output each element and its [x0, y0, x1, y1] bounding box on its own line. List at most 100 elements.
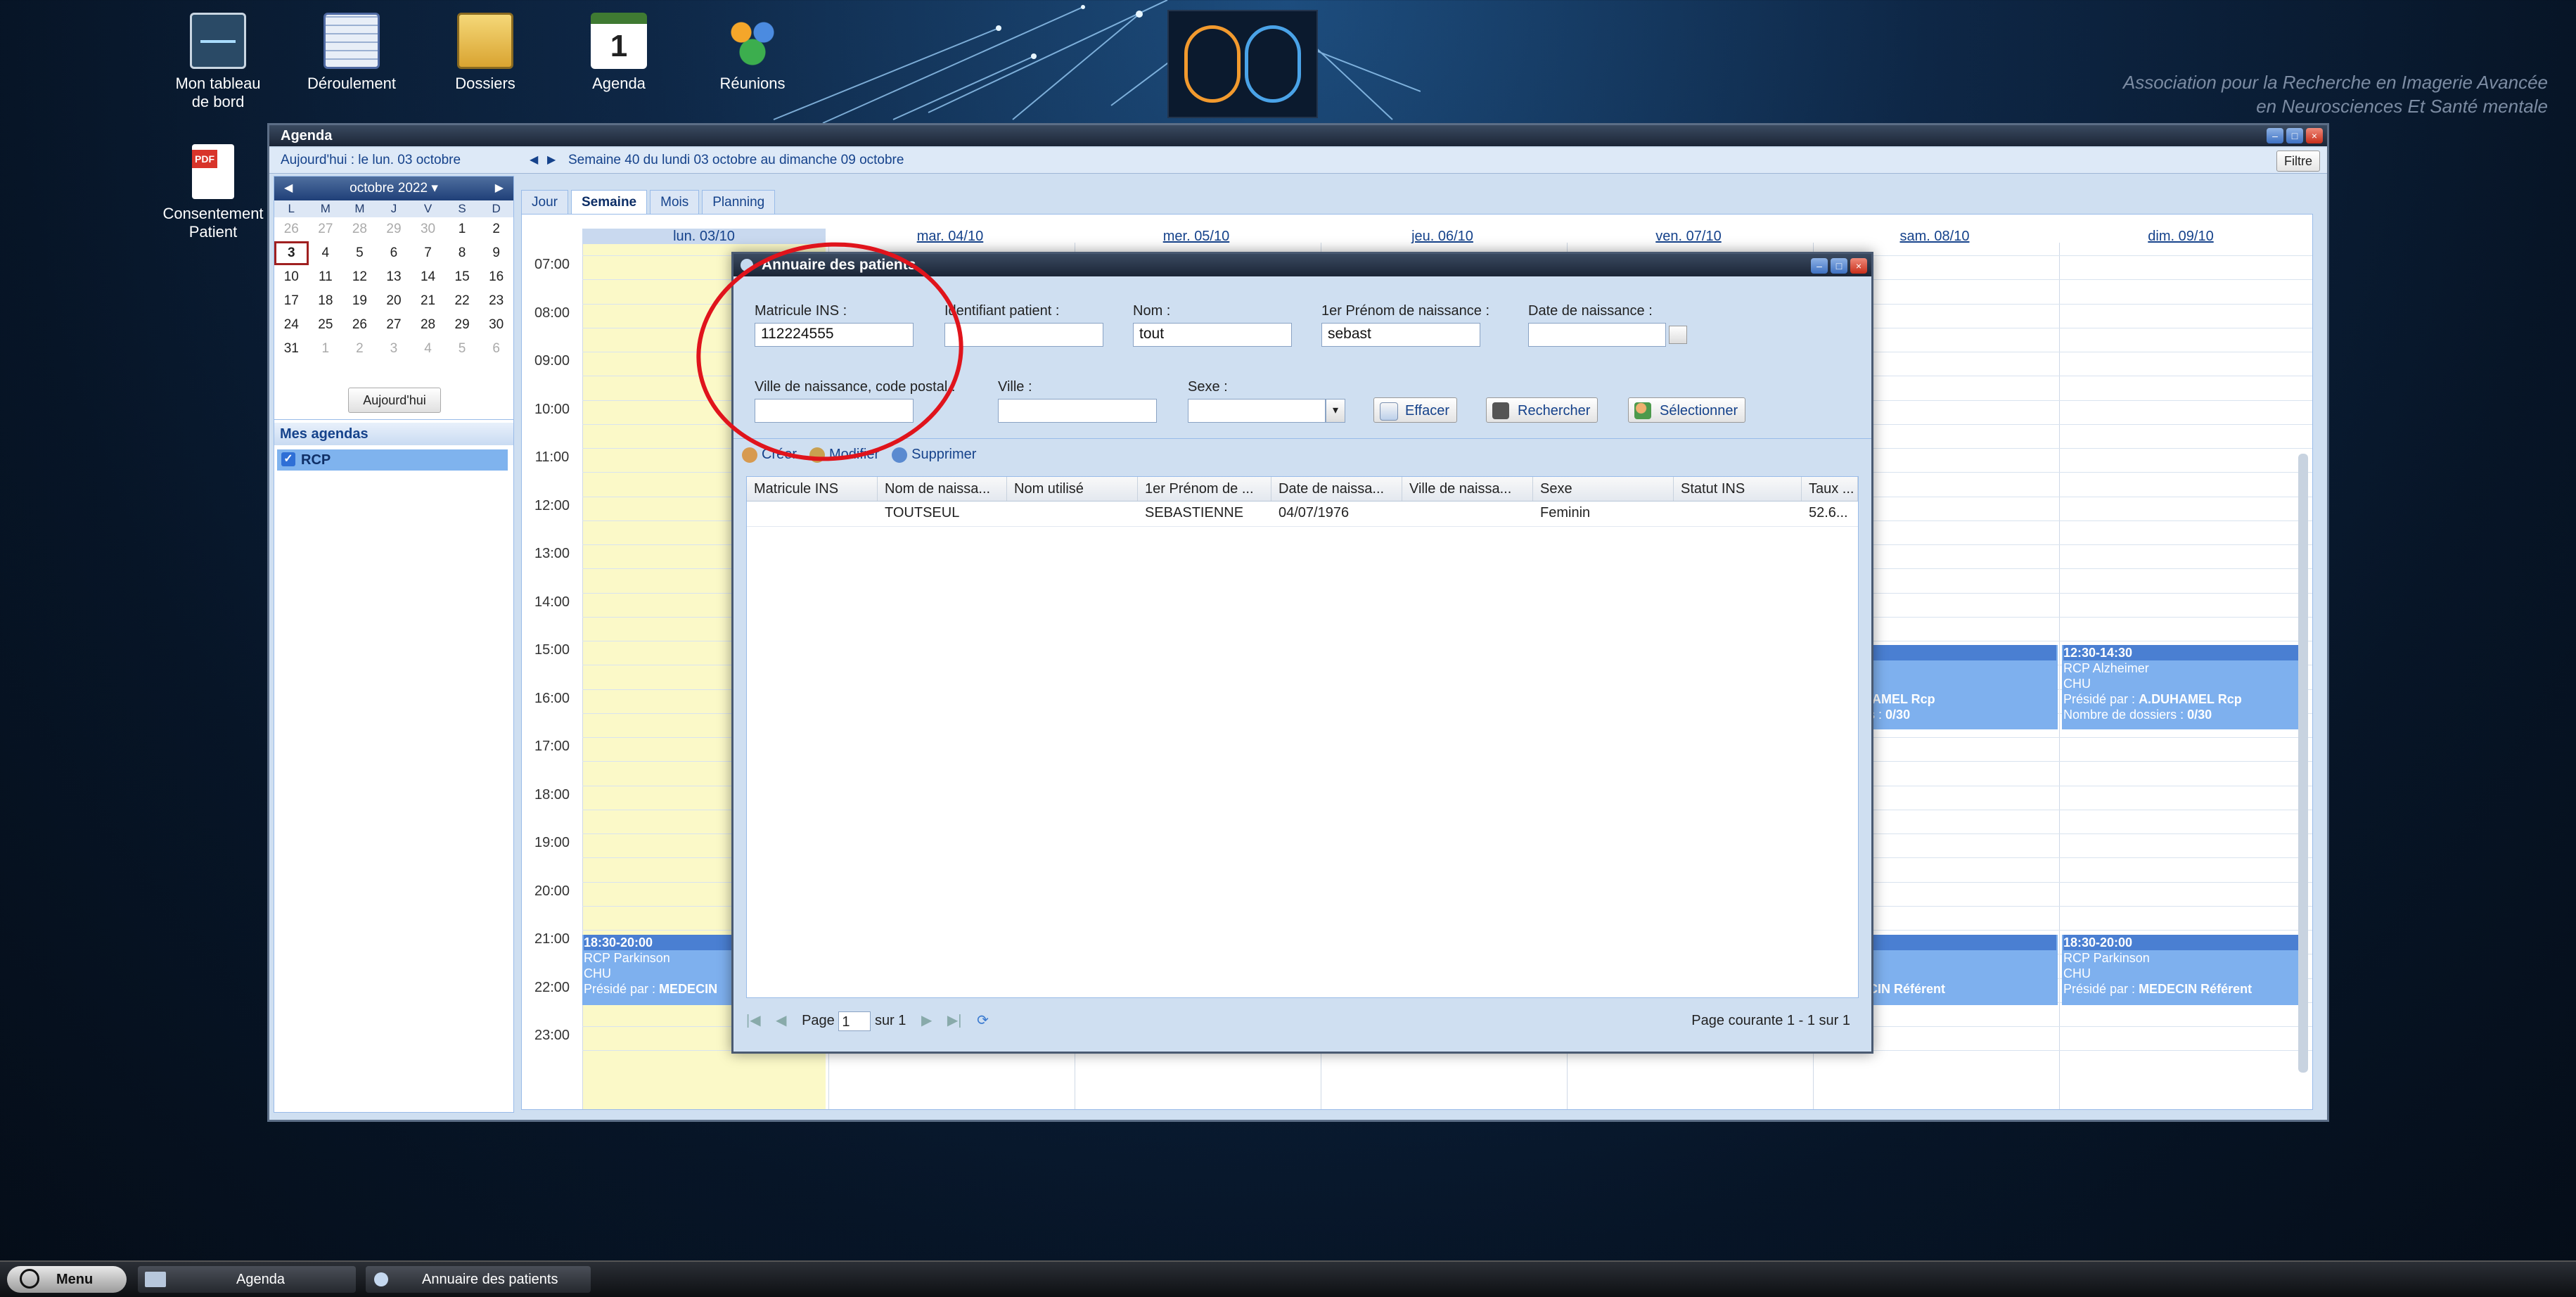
- page-input[interactable]: 1: [838, 1011, 871, 1031]
- effacer-button[interactable]: Effacer: [1373, 397, 1457, 423]
- next-week-icon[interactable]: ▶: [547, 148, 556, 173]
- mini-calendar-day[interactable]: 29: [445, 313, 480, 337]
- column-header[interactable]: Matricule INS: [747, 477, 878, 501]
- mini-calendar-day[interactable]: 19: [342, 289, 377, 313]
- date-input[interactable]: [1528, 323, 1666, 347]
- mini-calendar-day[interactable]: 21: [411, 289, 445, 313]
- day-header[interactable]: mar. 04/10: [828, 229, 1072, 244]
- prev-page-icon[interactable]: ◀: [776, 1013, 786, 1028]
- tab-planning[interactable]: Planning: [702, 190, 776, 215]
- chevron-down-icon[interactable]: ▾: [1326, 399, 1345, 423]
- mini-calendar-day[interactable]: 9: [479, 241, 513, 265]
- agenda-item-rcp[interactable]: ✓ RCP: [277, 449, 508, 471]
- column-header[interactable]: Taux ...: [1802, 477, 1858, 501]
- supprimer-button[interactable]: Supprimer: [892, 442, 976, 466]
- taskbar-agenda[interactable]: Agenda: [138, 1266, 356, 1293]
- rechercher-button[interactable]: Rechercher: [1486, 397, 1598, 423]
- chevron-down-icon[interactable]: ▾: [431, 181, 438, 196]
- mini-calendar-day[interactable]: 31: [274, 337, 309, 361]
- mini-calendar-day[interactable]: 16: [479, 265, 513, 289]
- desktop-icon-agenda[interactable]: 1 Agenda: [566, 13, 672, 93]
- prev-week-icon[interactable]: ◀: [530, 148, 538, 173]
- mini-calendar-day[interactable]: 27: [377, 313, 411, 337]
- mini-calendar-day[interactable]: 25: [309, 313, 343, 337]
- mini-calendar-day[interactable]: 2: [479, 217, 513, 241]
- mini-calendar-day[interactable]: 4: [411, 337, 445, 361]
- minimize-icon[interactable]: –: [1811, 258, 1828, 274]
- filter-button[interactable]: Filtre: [2276, 151, 2320, 172]
- sexe-select[interactable]: [1188, 399, 1326, 423]
- mini-calendar-day[interactable]: 5: [342, 241, 377, 265]
- column-header[interactable]: Statut INS: [1674, 477, 1802, 501]
- mini-calendar-day[interactable]: 27: [309, 217, 343, 241]
- mini-calendar-day[interactable]: 11: [309, 265, 343, 289]
- maximize-icon[interactable]: □: [1831, 258, 1847, 274]
- mini-calendar-day[interactable]: 7: [411, 241, 445, 265]
- last-page-icon[interactable]: ▶|: [947, 1013, 962, 1028]
- mini-calendar-day[interactable]: 30: [479, 313, 513, 337]
- day-header[interactable]: ven. 07/10: [1567, 229, 1810, 244]
- mini-calendar-day[interactable]: 28: [411, 313, 445, 337]
- checkbox-checked-icon[interactable]: ✓: [281, 452, 295, 466]
- mini-calendar-day[interactable]: 15: [445, 265, 480, 289]
- column-header[interactable]: Date de naissa...: [1271, 477, 1402, 501]
- desktop-icon-dossiers[interactable]: Dossiers: [432, 13, 538, 93]
- ville-input[interactable]: [998, 399, 1157, 423]
- column-header[interactable]: 1er Prénom de ...: [1138, 477, 1271, 501]
- mini-calendar-day[interactable]: 29: [377, 217, 411, 241]
- today-button[interactable]: Aujourd'hui: [348, 388, 441, 413]
- day-header[interactable]: sam. 08/10: [1813, 229, 2056, 244]
- mini-calendar-day[interactable]: 18: [309, 289, 343, 313]
- identifiant-input[interactable]: [944, 323, 1103, 347]
- mini-calendar-day[interactable]: 23: [479, 289, 513, 313]
- mini-calendar-day[interactable]: 14: [411, 265, 445, 289]
- nom-input[interactable]: tout: [1133, 323, 1292, 347]
- mini-calendar-day[interactable]: 17: [274, 289, 309, 313]
- mini-calendar-day[interactable]: 6: [377, 241, 411, 265]
- mini-calendar-day[interactable]: 3: [377, 337, 411, 361]
- mini-calendar-day[interactable]: 26: [274, 217, 309, 241]
- menu-button[interactable]: Menu: [7, 1266, 127, 1293]
- mini-calendar-day[interactable]: 26: [342, 313, 377, 337]
- mini-calendar-day[interactable]: 6: [479, 337, 513, 361]
- mini-calendar-day[interactable]: 2: [342, 337, 377, 361]
- column-header[interactable]: Sexe: [1533, 477, 1674, 501]
- prenom-input[interactable]: sebast: [1321, 323, 1480, 347]
- close-icon[interactable]: ×: [2306, 128, 2323, 143]
- taskbar-annuaire[interactable]: Annuaire des patients: [366, 1266, 591, 1293]
- mini-calendar-day[interactable]: 3: [274, 241, 309, 265]
- mini-calendar-day[interactable]: 28: [342, 217, 377, 241]
- desktop-icon-deroulement[interactable]: Déroulement: [299, 13, 404, 93]
- desktop-icon-dashboard[interactable]: Mon tableau de bord: [165, 13, 271, 111]
- event-sun-parkinson[interactable]: 18:30-20:00 RCP Parkinson CHU Présidé pa…: [2062, 935, 2304, 1005]
- close-icon[interactable]: ×: [1850, 258, 1867, 274]
- mini-calendar-day[interactable]: 22: [445, 289, 480, 313]
- calendar-scrollbar[interactable]: [2298, 454, 2308, 1073]
- day-header[interactable]: jeu. 06/10: [1321, 229, 1564, 244]
- mini-calendar-day[interactable]: 10: [274, 265, 309, 289]
- mini-calendar-day[interactable]: 30: [411, 217, 445, 241]
- tab-jour[interactable]: Jour: [521, 190, 568, 215]
- agenda-window-title[interactable]: Agenda: [269, 125, 2327, 146]
- desktop-icon-consentement[interactable]: Consentement Patient: [160, 144, 266, 241]
- prev-month-icon[interactable]: ◀: [284, 177, 293, 200]
- mini-calendar-day[interactable]: 8: [445, 241, 480, 265]
- selectionner-button[interactable]: Sélectionner: [1628, 397, 1746, 423]
- mini-calendar-day[interactable]: 12: [342, 265, 377, 289]
- date-picker-icon[interactable]: [1669, 326, 1687, 344]
- tab-mois[interactable]: Mois: [650, 190, 700, 215]
- refresh-icon[interactable]: ⟳: [977, 1013, 989, 1028]
- first-page-icon[interactable]: |◀: [746, 1013, 761, 1028]
- mini-calendar-day[interactable]: 5: [445, 337, 480, 361]
- desktop-icon-reunions[interactable]: Réunions: [700, 13, 805, 93]
- day-header[interactable]: lun. 03/10: [582, 229, 826, 244]
- day-header[interactable]: mer. 05/10: [1075, 229, 1318, 244]
- tab-semaine[interactable]: Semaine: [570, 190, 648, 215]
- column-header[interactable]: Nom de naissa...: [878, 477, 1007, 501]
- mini-calendar-day[interactable]: 1: [445, 217, 480, 241]
- day-header[interactable]: dim. 09/10: [2059, 229, 2302, 244]
- maximize-icon[interactable]: □: [2286, 128, 2303, 143]
- mini-calendar-day[interactable]: 24: [274, 313, 309, 337]
- mini-calendar-day[interactable]: 20: [377, 289, 411, 313]
- column-header[interactable]: Nom utilisé: [1007, 477, 1138, 501]
